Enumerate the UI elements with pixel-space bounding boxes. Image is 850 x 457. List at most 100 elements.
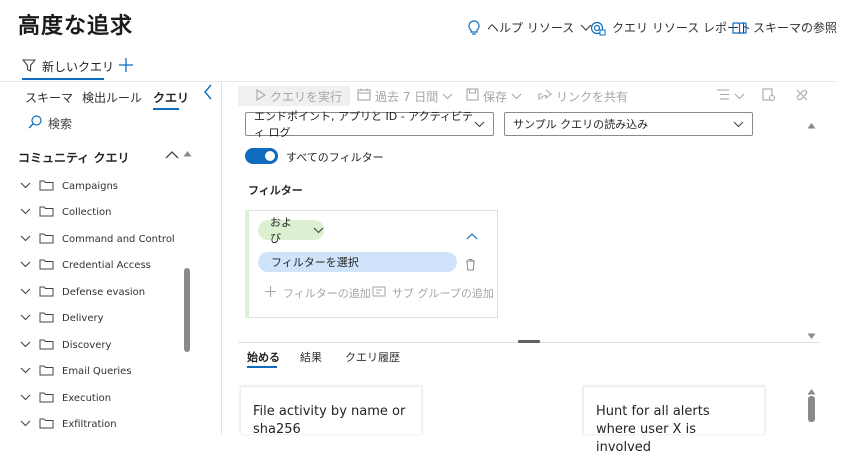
help-resources-button[interactable]: ヘルプ リソース	[467, 19, 592, 36]
format-options-button[interactable]	[716, 86, 745, 106]
folder-icon	[39, 364, 54, 379]
folder-icon	[39, 258, 54, 273]
left-scrollbar-thumb[interactable]	[184, 268, 190, 352]
data-source-select[interactable]: エンドポイント, アプリと ID - アクティビティ ログ	[245, 110, 494, 139]
chevron-down-icon	[20, 393, 31, 404]
folder-label: Credential Access	[62, 260, 151, 271]
card-title: Hunt for all alerts where user X is invo…	[596, 404, 710, 455]
add-filter-button[interactable]: フィルターの追加	[264, 285, 371, 301]
folder-item[interactable]: Defense evasion	[20, 279, 145, 305]
left-scroll-up[interactable]	[183, 142, 192, 161]
folder-item[interactable]: Discovery	[20, 332, 111, 358]
query-card[interactable]: File activity by name or sha256	[240, 386, 422, 437]
chevron-down-icon	[20, 313, 31, 324]
sample-query-select[interactable]: サンプル クエリの読み込み	[504, 112, 753, 136]
folder-item[interactable]: Email Queries	[20, 359, 132, 385]
collapse-filter-group-button[interactable]	[466, 225, 478, 244]
filter-icon	[21, 58, 37, 75]
chevron-down-icon	[20, 207, 31, 218]
editor-scroll-up[interactable]	[807, 114, 816, 133]
tab-get-started[interactable]: 始める	[247, 349, 280, 365]
bottom-scrollbar-thumb[interactable]	[808, 396, 815, 422]
chevron-down-icon	[474, 118, 485, 131]
tab-new-query[interactable]: 新しいクエリ	[21, 58, 115, 75]
filter-heading: フィルター	[248, 184, 303, 197]
community-queries-heading: コミュニティ クエリ	[18, 151, 130, 165]
folder-item[interactable]: Credential Access	[20, 253, 151, 279]
all-filters-label: すべてのフィルター	[286, 151, 384, 164]
resize-handle[interactable]	[518, 340, 540, 343]
query-resources-report-link[interactable]: クエリ リソース レポート	[590, 19, 751, 36]
trash-icon	[465, 256, 476, 275]
add-subgroup-label: サブ グループの追加	[392, 287, 494, 300]
play-icon	[256, 88, 267, 104]
chevron-down-icon	[20, 340, 31, 351]
add-query-tab-button[interactable]	[118, 54, 134, 78]
manage-button[interactable]	[762, 86, 775, 106]
tab-queries[interactable]: クエリ	[153, 89, 189, 106]
folder-item[interactable]: Execution	[20, 385, 111, 411]
folder-item[interactable]: Collection	[20, 200, 111, 226]
list-icon	[716, 89, 730, 103]
tab-detection-rules[interactable]: 検出ルール	[82, 89, 142, 106]
tab-results[interactable]: 結果	[300, 349, 322, 365]
operator-dropdown[interactable]: および	[258, 216, 324, 245]
run-query-button[interactable]: クエリを実行	[256, 86, 342, 106]
lightbulb-icon	[467, 19, 481, 36]
folder-item[interactable]: Delivery	[20, 306, 104, 332]
plus-icon	[118, 54, 134, 78]
run-query-label: クエリを実行	[270, 89, 343, 104]
chevron-down-icon	[511, 89, 522, 103]
chevron-down-icon	[733, 118, 744, 131]
help-resources-label: ヘルプ リソース	[487, 21, 575, 35]
chevron-down-icon	[734, 89, 745, 103]
chevron-up-icon	[466, 225, 478, 244]
tab-schema[interactable]: スキーマ	[25, 89, 73, 106]
link-off-icon	[795, 89, 809, 104]
active-tab-indicator	[22, 78, 104, 80]
subgroup-icon	[372, 286, 386, 300]
chevron-left-icon	[203, 84, 213, 105]
collapse-section-button[interactable]	[165, 144, 179, 163]
folder-label: Collection	[62, 207, 112, 218]
filter-group-accent	[245, 210, 249, 318]
folder-icon	[39, 285, 54, 300]
panel-splitter[interactable]	[221, 82, 222, 434]
share-link-button[interactable]: リンクを共有	[538, 86, 628, 106]
save-dropdown[interactable]: 保存	[466, 86, 522, 106]
folder-label: Discovery	[62, 339, 112, 351]
plus-icon	[264, 285, 277, 301]
tab-new-query-label: 新しいクエリ	[42, 60, 115, 74]
folder-label: Defense evasion	[62, 286, 146, 298]
folder-item[interactable]: Campaigns	[20, 173, 118, 199]
save-label: 保存	[483, 89, 508, 104]
share-label: リンクを共有	[556, 89, 629, 104]
folder-icon	[39, 391, 54, 406]
query-card[interactable]: Hunt for all alerts where user X is invo…	[583, 386, 765, 455]
share-icon	[538, 88, 552, 104]
chevron-down-icon	[20, 287, 31, 298]
save-icon	[466, 88, 479, 104]
time-range-dropdown[interactable]: 過去 7 日間	[357, 86, 453, 106]
query-search-input[interactable]: 検索	[28, 115, 72, 132]
folder-item[interactable]: Command and Control	[20, 226, 175, 252]
collapse-panel-button[interactable]	[203, 84, 213, 105]
folder-label: Command and Control	[62, 233, 175, 245]
folder-label: Delivery	[62, 313, 104, 324]
folder-icon	[39, 417, 54, 432]
folder-label: Email Queries	[62, 366, 132, 377]
bottom-tab-indicator	[247, 366, 277, 368]
folder-icon	[39, 338, 54, 353]
tab-query-history[interactable]: クエリ履歴	[345, 349, 400, 365]
chevron-down-icon	[20, 366, 31, 377]
schema-reference-label: スキーマの参照	[753, 21, 838, 35]
search-icon	[28, 115, 42, 132]
time-range-label: 過去 7 日間	[375, 89, 439, 104]
schema-reference-link[interactable]: スキーマの参照	[732, 19, 837, 36]
delete-filter-button[interactable]	[465, 256, 476, 275]
add-subgroup-button[interactable]: サブ グループの追加	[372, 285, 494, 301]
unlink-button[interactable]	[795, 86, 809, 106]
query-resources-report-label: クエリ リソース レポート	[612, 21, 752, 35]
select-filter-button[interactable]: フィルターを選択	[258, 252, 457, 272]
chevron-down-icon	[20, 234, 31, 245]
